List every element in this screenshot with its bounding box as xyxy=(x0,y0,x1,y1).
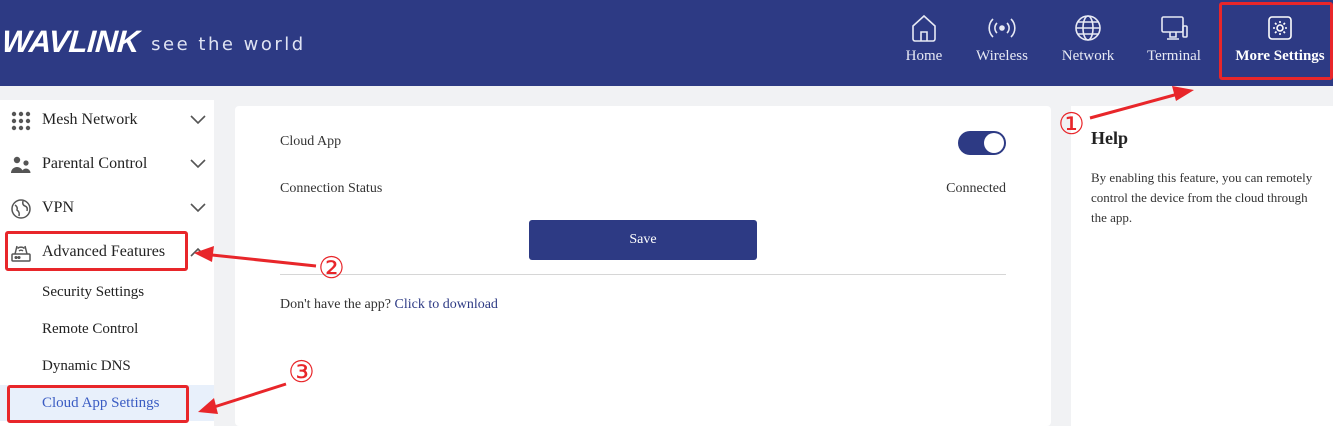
monitor-icon xyxy=(1161,16,1188,40)
sidebar-subitem-label: Remote Control xyxy=(42,320,139,337)
download-row: Don't have the app? Click to download xyxy=(280,297,498,313)
chevron-down-icon xyxy=(190,159,206,169)
help-panel: Help By enabling this feature, you can r… xyxy=(1071,106,1333,426)
sidebar-item-label: Mesh Network xyxy=(42,111,138,128)
cloud-app-panel: Cloud App Connection Status Connected Sa… xyxy=(235,106,1051,426)
arrowhead-1 xyxy=(1172,86,1194,101)
save-button[interactable]: Save xyxy=(529,220,757,260)
nav-more-settings-label: More Settings xyxy=(1235,48,1325,64)
sidebar-subitem-cloud-app-settings[interactable]: Cloud App Settings xyxy=(0,385,214,421)
cloud-app-toggle[interactable] xyxy=(958,131,1006,155)
vpn-globe-icon xyxy=(11,199,31,219)
brand-logo[interactable]: WAVLINK see the world xyxy=(0,24,306,60)
sidebar-item-mesh-network[interactable]: Mesh Network xyxy=(0,100,214,140)
download-link[interactable]: Click to download xyxy=(394,297,497,312)
cloud-app-label: Cloud App xyxy=(280,134,342,149)
annotation-number-3: ③ xyxy=(288,355,315,390)
brand-tagline: see the world xyxy=(151,33,306,55)
home-icon xyxy=(912,14,936,42)
chevron-down-icon xyxy=(190,203,206,213)
nav-more-settings[interactable]: More Settings xyxy=(1226,12,1333,76)
sidebar-item-advanced-features[interactable]: Advanced Features xyxy=(0,232,214,272)
connection-status-label: Connection Status xyxy=(280,181,383,196)
sidebar: Mesh Network Parental Control VPN Advanc… xyxy=(0,100,214,426)
sidebar-subitem-label: Dynamic DNS xyxy=(42,357,131,374)
annotation-number-2: ② xyxy=(318,251,345,286)
sidebar-item-label: VPN xyxy=(42,199,75,216)
sidebar-subitem-dynamic-dns[interactable]: Dynamic DNS xyxy=(0,348,214,384)
globe-icon xyxy=(1075,15,1101,41)
help-title: Help xyxy=(1091,128,1129,148)
sidebar-subitem-security-settings[interactable]: Security Settings xyxy=(0,274,214,310)
nav-terminal[interactable]: Terminal xyxy=(1142,12,1206,76)
nav-wireless-label: Wireless xyxy=(976,48,1028,64)
help-text: By enabling this feature, you can remote… xyxy=(1091,170,1313,225)
sidebar-item-label: Advanced Features xyxy=(42,243,166,260)
nav-network-label: Network xyxy=(1061,48,1115,64)
connection-status-value: Connected xyxy=(946,181,1006,196)
sidebar-subitem-label: Cloud App Settings xyxy=(42,394,160,411)
brand-name: WAVLINK xyxy=(0,24,141,59)
nav-terminal-label: Terminal xyxy=(1147,48,1201,64)
router-icon xyxy=(11,245,31,262)
chevron-down-icon xyxy=(190,115,206,125)
divider xyxy=(280,274,1006,275)
sidebar-subitem-remote-control[interactable]: Remote Control xyxy=(0,311,214,347)
wireless-icon xyxy=(988,18,1016,38)
nav-wireless[interactable]: Wireless xyxy=(970,12,1034,76)
toggle-knob xyxy=(984,133,1004,153)
sidebar-item-parental-control[interactable]: Parental Control xyxy=(0,144,214,184)
sidebar-item-label: Parental Control xyxy=(42,155,148,172)
top-header: WAVLINK see the world Home Wireless Netw… xyxy=(0,0,1333,86)
mesh-grid-icon xyxy=(11,111,31,131)
chevron-up-icon xyxy=(190,247,206,257)
gear-icon xyxy=(1268,16,1292,40)
sidebar-item-vpn[interactable]: VPN xyxy=(0,188,214,228)
download-prompt: Don't have the app? xyxy=(280,297,391,312)
nav-home[interactable]: Home xyxy=(900,12,948,76)
parental-icon xyxy=(11,156,31,173)
sidebar-subitem-label: Security Settings xyxy=(42,283,145,300)
annotation-number-1: ① xyxy=(1058,107,1085,142)
nav-home-label: Home xyxy=(905,48,943,64)
nav-network[interactable]: Network xyxy=(1055,12,1121,76)
